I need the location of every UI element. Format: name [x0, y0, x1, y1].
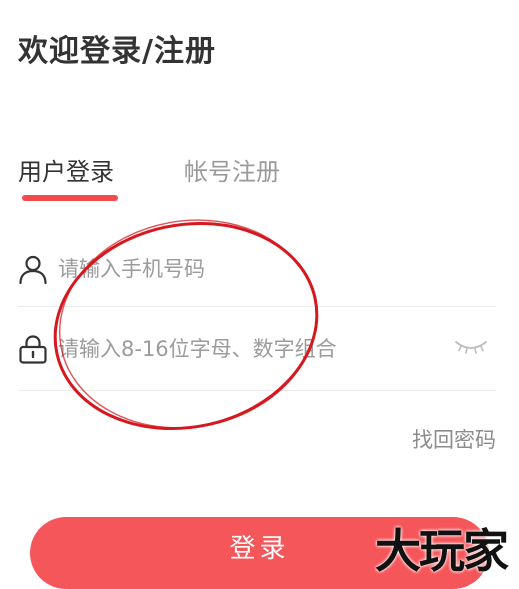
- user-icon: [19, 255, 47, 284]
- forgot-password-link[interactable]: 找回密码: [412, 424, 496, 456]
- password-input[interactable]: [58, 334, 438, 364]
- lock-icon: [19, 335, 47, 364]
- watermark-logo: 大玩家: [375, 524, 509, 578]
- phone-field-row: [18, 232, 496, 307]
- tab-user-login[interactable]: 用户登录: [18, 152, 114, 192]
- eye-closed-icon[interactable]: [454, 336, 488, 358]
- login-tabs: 用户登录 帐号注册: [18, 152, 498, 212]
- phone-input[interactable]: [58, 254, 478, 284]
- page-title: 欢迎登录/注册: [18, 34, 216, 69]
- tab-account-register[interactable]: 帐号注册: [184, 152, 280, 192]
- password-field-row: [18, 310, 496, 391]
- active-tab-indicator: [22, 195, 118, 201]
